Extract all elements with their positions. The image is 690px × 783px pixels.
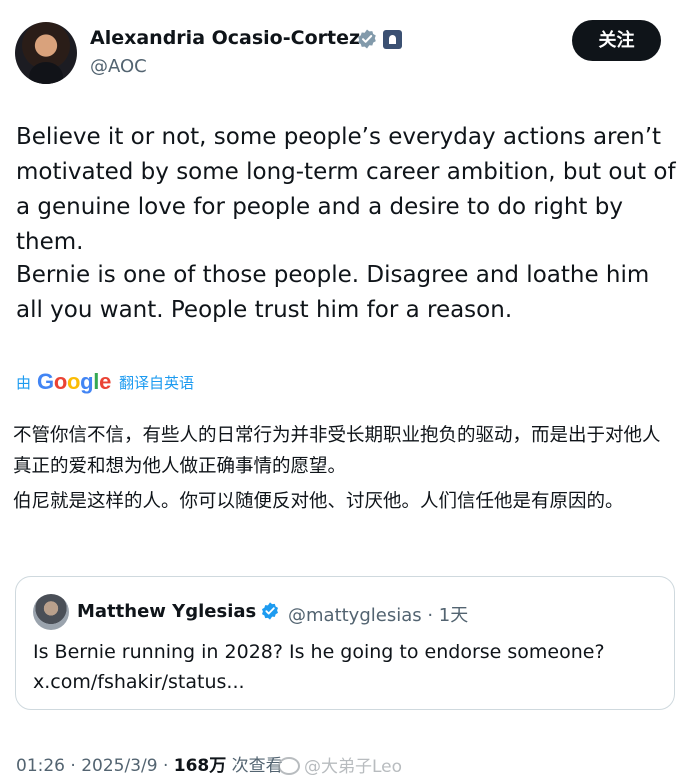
- translation-prefix: 由: [16, 373, 32, 392]
- watermark: @大弟子Leo: [278, 752, 402, 777]
- government-badge-icon: [383, 30, 402, 49]
- weibo-logo-icon: [278, 757, 300, 775]
- translation-attribution[interactable]: 由 Google 翻译自英语: [16, 369, 194, 395]
- quoted-tweet-link[interactable]: x.com/fshakir/status...: [33, 667, 663, 697]
- quoted-author-handle-and-time[interactable]: @mattyglesias · 1天: [288, 601, 468, 627]
- quoted-tweet-text: Is Bernie running in 2028? Is he going t…: [33, 641, 605, 663]
- tweet-timestamp[interactable]: 01:26 · 2025/3/9 ·: [16, 756, 174, 776]
- quoted-tweet-card[interactable]: Matthew Yglesias @mattyglesias · 1天 Is B…: [15, 576, 675, 710]
- verified-badge-icon: [358, 29, 376, 49]
- quoted-tweet-body: Is Bernie running in 2028? Is he going t…: [33, 637, 663, 697]
- translated-paragraph-1: 不管你信不信，有些人的日常行为并非受长期职业抱负的驱动，而是出于对他人真正的爱和…: [13, 425, 661, 477]
- views-label: 次查看: [226, 756, 283, 776]
- follow-button[interactable]: 关注: [572, 20, 661, 61]
- quoted-author-avatar[interactable]: [33, 594, 69, 630]
- author-avatar[interactable]: [15, 22, 77, 84]
- tweet-paragraph-1: Believe it or not, some people’s everyda…: [16, 124, 676, 255]
- quoted-verified-badge-icon: [262, 602, 278, 620]
- author-name[interactable]: Alexandria Ocasio-Cortez: [90, 27, 360, 49]
- google-logo: Google: [37, 369, 111, 394]
- tweet-paragraph-2: Bernie is one of those people. Disagree …: [16, 262, 650, 323]
- views-count: 168万: [173, 756, 227, 776]
- tweet-meta: 01:26 · 2025/3/9 · 168万 次查看: [16, 751, 283, 776]
- author-handle[interactable]: @AOC: [90, 56, 147, 77]
- watermark-text: @大弟子Leo: [304, 757, 403, 777]
- translation-label[interactable]: 翻译自英语: [119, 372, 194, 393]
- quoted-author-name[interactable]: Matthew Yglesias: [77, 601, 256, 622]
- translated-paragraph-2: 伯尼就是这样的人。你可以随便反对他、讨厌他。人们信任他是有原因的。: [13, 491, 624, 512]
